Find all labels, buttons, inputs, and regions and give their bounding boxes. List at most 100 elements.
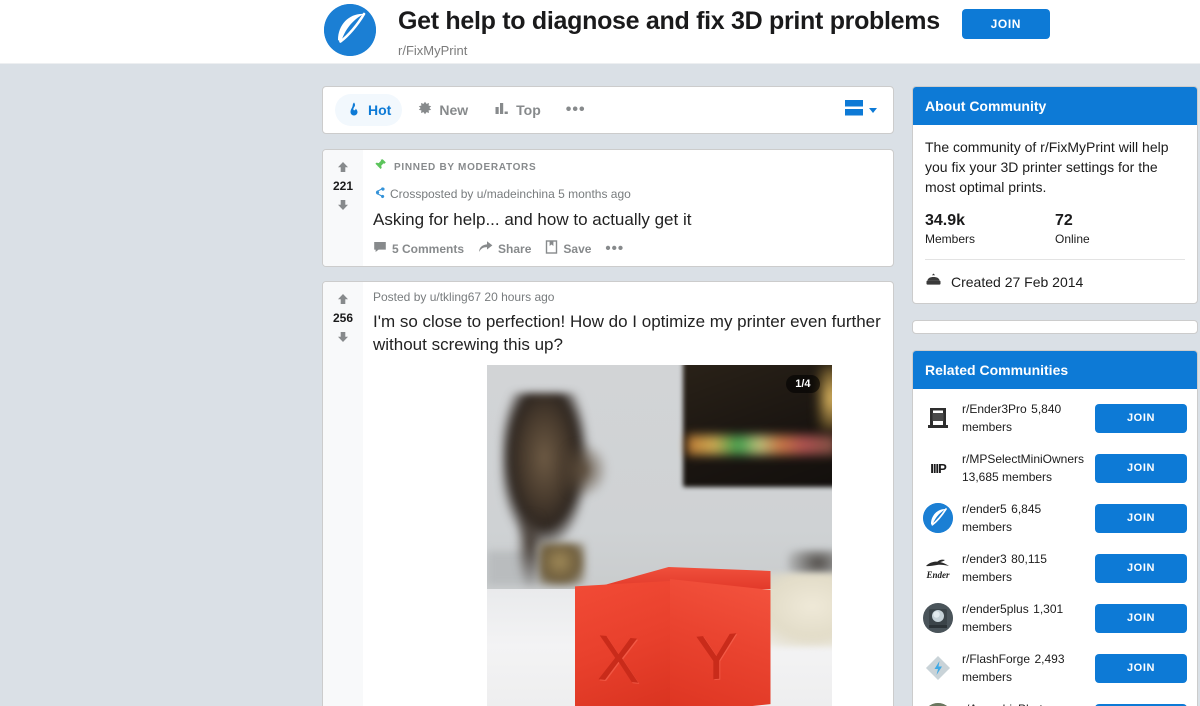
cake-icon <box>925 272 942 291</box>
subreddit-header: Get help to diagnose and fix 3D print pr… <box>0 0 1200 64</box>
vote-score: 256 <box>332 311 354 325</box>
post-title[interactable]: Asking for help... and how to actually g… <box>373 208 885 231</box>
sort-tab-hot-label: Hot <box>368 102 392 118</box>
subreddit-swoosh-logo-icon <box>324 4 376 56</box>
community-info: r/ender5 6,845 members <box>962 500 1086 536</box>
community-name[interactable]: r/FlashForge <box>962 652 1030 666</box>
about-community-card: About Community The community of r/FixMy… <box>912 86 1198 304</box>
upvote-button[interactable] <box>336 158 350 176</box>
post-card-pinned[interactable]: 221 PINNED BY MODERATORS Crossposted by <box>322 149 894 267</box>
svg-text:Ender: Ender <box>925 570 950 580</box>
list-item[interactable]: r/ender5plus 1,301 members JOIN <box>913 593 1197 643</box>
subreddit-header-inner: Get help to diagnose and fix 3D print pr… <box>0 0 1200 59</box>
sort-bar: Hot New Top ••• <box>322 86 894 134</box>
vote-score: 221 <box>332 179 354 193</box>
community-name[interactable]: r/AnycubicPhoton <box>962 702 1056 706</box>
post-meta-text: Crossposted by u/madeinchina 5 months ag… <box>390 187 631 201</box>
diamond-bolt-logo-icon <box>923 653 953 683</box>
downvote-button[interactable] <box>336 196 350 214</box>
swoosh-logo-icon <box>923 503 953 533</box>
subreddit-header-text: Get help to diagnose and fix 3D print pr… <box>398 2 940 59</box>
sort-tab-top[interactable]: Top <box>483 94 552 126</box>
list-item[interactable]: r/AnycubicPhoton 10,079 members JOIN <box>913 693 1197 706</box>
list-item[interactable]: IIIP r/MPSelectMiniOwners 13,685 members… <box>913 443 1197 493</box>
online-stat: 72 Online <box>1055 211 1185 246</box>
join-button[interactable]: JOIN <box>1095 453 1187 483</box>
page-title: Get help to diagnose and fix 3D print pr… <box>398 7 940 35</box>
sparkle-icon <box>417 101 433 120</box>
join-button[interactable]: JOIN <box>961 9 1050 39</box>
community-name[interactable]: r/ender5plus <box>962 602 1029 616</box>
iiip-logo-icon: IIIP <box>923 453 953 483</box>
pushpin-icon <box>373 158 387 177</box>
post-card-image[interactable]: 256 Posted by u/tkling67 20 hours ago I'… <box>322 281 894 706</box>
created-date-row: Created 27 Feb 2014 <box>925 272 1185 291</box>
flame-icon <box>346 101 362 120</box>
ender-script-logo-icon: Ender <box>923 553 953 583</box>
carousel-counter: 1/4 <box>786 375 820 393</box>
join-button[interactable]: JOIN <box>1095 653 1187 683</box>
comment-bubble-icon <box>373 240 387 257</box>
share-label: Share <box>498 241 532 256</box>
community-name[interactable]: r/Ender3Pro <box>962 402 1027 416</box>
comments-button[interactable]: 5 Comments <box>373 240 464 257</box>
post-meta: Posted by u/tkling67 20 hours ago <box>373 290 885 304</box>
community-info: r/AnycubicPhoton 10,079 members <box>962 700 1086 706</box>
post-feed-column: Hot New Top ••• 221 PINNED BY MODERATORS… <box>322 86 894 706</box>
pinned-banner: PINNED BY MODERATORS <box>373 158 885 177</box>
post-body: Posted by u/tkling67 20 hours ago I'm so… <box>363 282 893 706</box>
calibration-cube: X Y <box>574 567 771 706</box>
post-image: X Y <box>486 365 832 706</box>
members-stat: 34.9k Members <box>925 211 1055 246</box>
community-info: r/FlashForge 2,493 members <box>962 650 1086 686</box>
community-stats: 34.9k Members 72 Online <box>925 211 1185 246</box>
community-name[interactable]: r/MPSelectMiniOwners <box>962 452 1084 466</box>
community-name[interactable]: r/ender5 <box>962 502 1007 516</box>
sidebar-partial-card <box>912 320 1198 334</box>
vote-column: 256 <box>323 282 363 706</box>
list-item[interactable]: Ender r/ender3 80,115 members JOIN <box>913 543 1197 593</box>
list-item[interactable]: r/FlashForge 2,493 members JOIN <box>913 643 1197 693</box>
subreddit-name: r/FixMyPrint <box>398 43 468 58</box>
post-media-stage: X Y 1/4 <box>373 365 893 706</box>
members-count: 34.9k <box>925 212 966 229</box>
save-button[interactable]: Save <box>545 240 591 257</box>
comments-label: 5 Comments <box>392 241 465 256</box>
share-arrow-icon <box>478 240 493 257</box>
sort-more-button[interactable]: ••• <box>556 102 596 118</box>
sidebar: About Community The community of r/FixMy… <box>912 86 1198 706</box>
downvote-button[interactable] <box>336 328 350 346</box>
sort-tab-new[interactable]: New <box>406 94 479 126</box>
list-item[interactable]: r/ender5 6,845 members JOIN <box>913 493 1197 543</box>
bookmark-icon <box>545 240 558 257</box>
post-image-carousel[interactable]: X Y 1/4 <box>486 365 832 706</box>
sort-tab-top-label: Top <box>516 102 541 118</box>
post-actions: 5 Comments Share Save ••• <box>373 240 885 266</box>
join-button[interactable]: JOIN <box>1095 403 1187 433</box>
bar-chart-icon <box>494 101 510 120</box>
community-description: The community of r/FixMyPrint will help … <box>925 139 1169 195</box>
related-communities-list: r/Ender3Pro 5,840 members JOIN IIIP r/MP… <box>913 389 1197 706</box>
post-title[interactable]: I'm so close to perfection! How do I opt… <box>373 310 885 356</box>
related-communities-heading: Related Communities <box>913 351 1197 389</box>
post-meta: Crossposted by u/madeinchina 5 months ag… <box>373 186 885 202</box>
post-more-button[interactable]: ••• <box>605 241 624 256</box>
save-label: Save <box>563 241 592 256</box>
join-button[interactable]: JOIN <box>1095 603 1187 633</box>
online-count: 72 <box>1055 212 1073 229</box>
community-name[interactable]: r/ender3 <box>962 552 1007 566</box>
about-community-body: The community of r/FixMyPrint will help … <box>913 125 1197 303</box>
post-meta-text: Posted by u/tkling67 20 hours ago <box>373 290 555 304</box>
sort-tab-hot[interactable]: Hot <box>335 94 403 126</box>
online-label: Online <box>1055 232 1090 246</box>
share-button[interactable]: Share <box>478 240 531 257</box>
list-item[interactable]: r/Ender3Pro 5,840 members JOIN <box>913 393 1197 443</box>
community-info: r/ender3 80,115 members <box>962 550 1086 586</box>
printer-photo-icon <box>923 603 953 633</box>
join-button[interactable]: JOIN <box>1095 553 1187 583</box>
view-mode-selector[interactable] <box>844 99 881 122</box>
upvote-button[interactable] <box>336 290 350 308</box>
vote-column: 221 <box>323 150 363 266</box>
join-button[interactable]: JOIN <box>1095 503 1187 533</box>
community-info: r/MPSelectMiniOwners 13,685 members <box>962 450 1086 486</box>
